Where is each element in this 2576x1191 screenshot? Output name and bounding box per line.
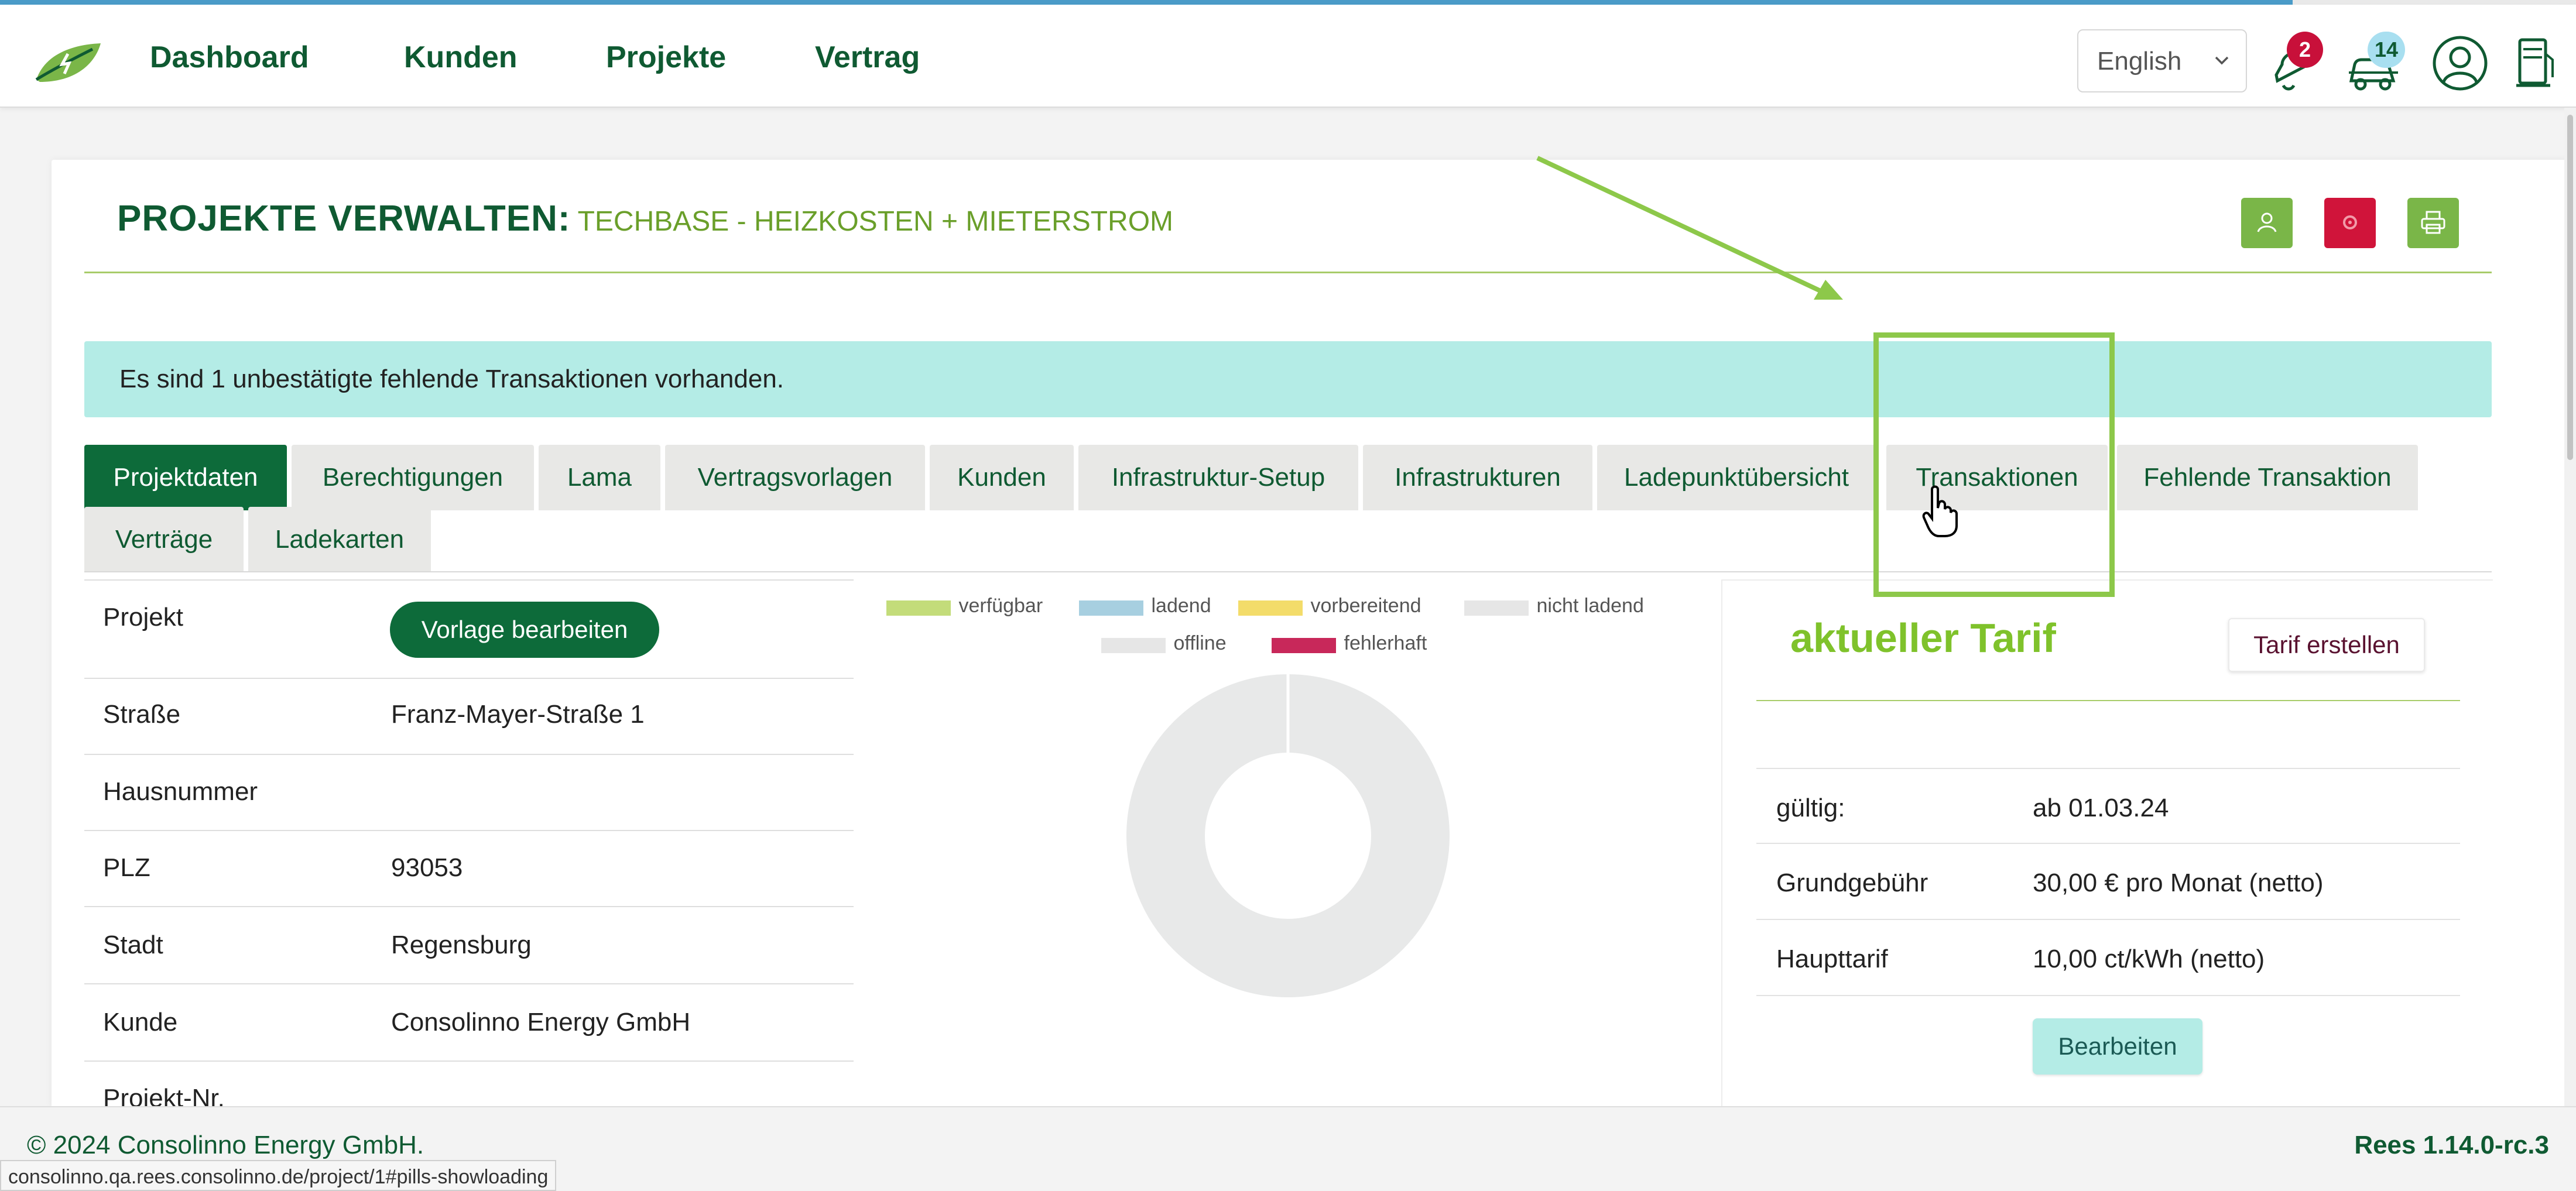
tariff-row-divider: [1756, 843, 2460, 844]
user-circle-icon[interactable]: [2432, 35, 2488, 91]
missing-transactions-alert: Es sind 1 unbestätigte fehlende Transakt…: [84, 341, 2492, 417]
page-title-strong: PROJEKTE VERWALTEN:: [117, 198, 571, 239]
row-value-kunde: Consolinno Energy GmbH: [391, 1008, 691, 1036]
tab-vertraege[interactable]: Verträge: [84, 507, 244, 572]
row-divider: [84, 830, 854, 831]
tariff-label-gueltig: gültig:: [1776, 794, 1845, 822]
legend-swatch[interactable]: [1101, 638, 1166, 653]
nav-dashboard[interactable]: Dashboard: [150, 40, 309, 75]
footer-version: Rees 1.14.0-rc.3: [2354, 1131, 2549, 1159]
language-select-value: English: [2097, 47, 2182, 75]
annotation-highlight-box: [1873, 332, 2115, 597]
legend-swatch[interactable]: [1238, 600, 1303, 616]
top-navbar: Dashboard Kunden Projekte Vertrag Englis…: [0, 5, 2576, 108]
charging-status-donut-chart: [1126, 674, 1450, 997]
row-divider: [84, 678, 854, 679]
legend-label[interactable]: nicht ladend: [1537, 595, 1644, 617]
print-icon: [2421, 211, 2445, 234]
settings-button[interactable]: [2324, 198, 2376, 248]
row-label-plz: PLZ: [103, 853, 150, 882]
notification-count-badge: 2: [2287, 32, 2323, 68]
legend-swatch[interactable]: [1464, 600, 1529, 616]
scrollbar-thumb[interactable]: [2567, 115, 2573, 460]
hand-pointer-icon: [1922, 485, 1958, 537]
page-title-project: TECHBASE - HEIZKOSTEN + MIETERSTROM: [577, 206, 1174, 237]
tariff-title-divider: [1756, 700, 2460, 701]
browser-status-url: consolinno.qa.rees.consolinno.de/project…: [0, 1160, 557, 1191]
user-permissions-button[interactable]: [2241, 198, 2293, 248]
row-label-projekt: Projekt: [103, 603, 183, 631]
legend-label[interactable]: ladend: [1152, 595, 1211, 617]
row-label-hausnummer: Hausnummer: [103, 777, 258, 806]
page-title: PROJEKTE VERWALTEN: TECHBASE - HEIZKOSTEN…: [117, 198, 1173, 239]
tariff-label-haupttarif: Haupttarif: [1776, 945, 1888, 973]
legend-swatch[interactable]: [1271, 638, 1336, 653]
footer-copyright: © 2024 Consolinno Energy GmbH.: [27, 1131, 424, 1159]
legend-label[interactable]: offline: [1174, 632, 1227, 655]
tab-projektdaten[interactable]: Projektdaten: [84, 445, 287, 510]
tab-berechtigungen[interactable]: Berechtigungen: [292, 445, 534, 510]
tariff-row-divider: [1756, 995, 2460, 996]
tariff-value-haupttarif: 10,00 ct/kWh (netto): [2033, 945, 2265, 973]
legend-label[interactable]: fehlerhaft: [1344, 632, 1427, 655]
legend-label[interactable]: verfügbar: [959, 595, 1043, 617]
row-divider: [84, 579, 854, 581]
row-label-stadt: Stadt: [103, 931, 163, 959]
row-divider: [84, 1060, 854, 1062]
legend-label[interactable]: vorbereitend: [1311, 595, 1421, 617]
edit-template-button[interactable]: Vorlage bearbeiten: [390, 602, 659, 658]
nav-vertrag[interactable]: Vertrag: [815, 40, 920, 75]
tab-vertragsvorlagen[interactable]: Vertragsvorlagen: [665, 445, 925, 510]
tariff-label-grundgebuehr: Grundgebühr: [1776, 869, 1928, 897]
leaf-logo-icon[interactable]: [34, 41, 103, 84]
row-label-strasse: Straße: [103, 700, 181, 729]
tab-ladepunktuebersicht[interactable]: Ladepunktübersicht: [1597, 445, 1876, 510]
tariff-value-gueltig: ab 01.03.24: [2033, 794, 2169, 822]
charging-count-badge: 14: [2368, 32, 2406, 68]
tariff-row-divider: [1756, 919, 2460, 920]
tariff-title: aktueller Tarif: [1790, 615, 2056, 661]
page-loading-bar: [0, 0, 2576, 5]
legend-swatch[interactable]: [886, 600, 951, 616]
tab-fehlende-transaktion[interactable]: Fehlende Transaktion: [2117, 445, 2418, 510]
chevron-down-icon: [2215, 56, 2229, 65]
legend-swatch[interactable]: [1078, 600, 1143, 616]
user-icon: [2257, 212, 2277, 232]
station-icon[interactable]: [2515, 36, 2557, 89]
row-label-kunde: Kunde: [103, 1008, 178, 1036]
tariff-row-divider: [1756, 768, 2460, 769]
row-divider: [84, 906, 854, 907]
title-divider: [84, 272, 2492, 273]
alert-text: Es sind 1 unbestätigte fehlende Transakt…: [119, 365, 785, 393]
row-divider: [84, 983, 854, 984]
page-scrollbar[interactable]: [2564, 108, 2576, 1106]
tab-infrastruktur-setup[interactable]: Infrastruktur-Setup: [1078, 445, 1358, 510]
row-value-strasse: Franz-Mayer-Straße 1: [391, 700, 645, 729]
language-select[interactable]: English: [2077, 29, 2247, 92]
row-value-stadt: Regensburg: [391, 931, 532, 959]
gear-icon: [2343, 215, 2357, 229]
annotation-arrow-icon: [1536, 156, 1843, 300]
nav-kunden[interactable]: Kunden: [404, 40, 518, 75]
tariff-value-grundgebuehr: 30,00 € pro Monat (netto): [2033, 869, 2324, 897]
tab-ladekarten[interactable]: Ladekarten: [248, 507, 431, 572]
create-tariff-button[interactable]: Tarif erstellen: [2228, 618, 2425, 672]
page-loading-bar-fill: [0, 0, 2293, 5]
charging-button[interactable]: 14: [2347, 32, 2417, 96]
edit-tariff-button[interactable]: Bearbeiten: [2033, 1018, 2202, 1075]
tabs-divider: [84, 571, 2492, 572]
row-divider: [84, 754, 854, 755]
row-value-plz: 93053: [391, 853, 463, 882]
tab-infrastrukturen[interactable]: Infrastrukturen: [1363, 445, 1592, 510]
nav-projekte[interactable]: Projekte: [606, 40, 726, 75]
tab-lama[interactable]: Lama: [539, 445, 660, 510]
tab-kunden[interactable]: Kunden: [930, 445, 1074, 510]
print-button[interactable]: [2407, 198, 2459, 248]
notifications-button[interactable]: 2: [2266, 32, 2330, 96]
